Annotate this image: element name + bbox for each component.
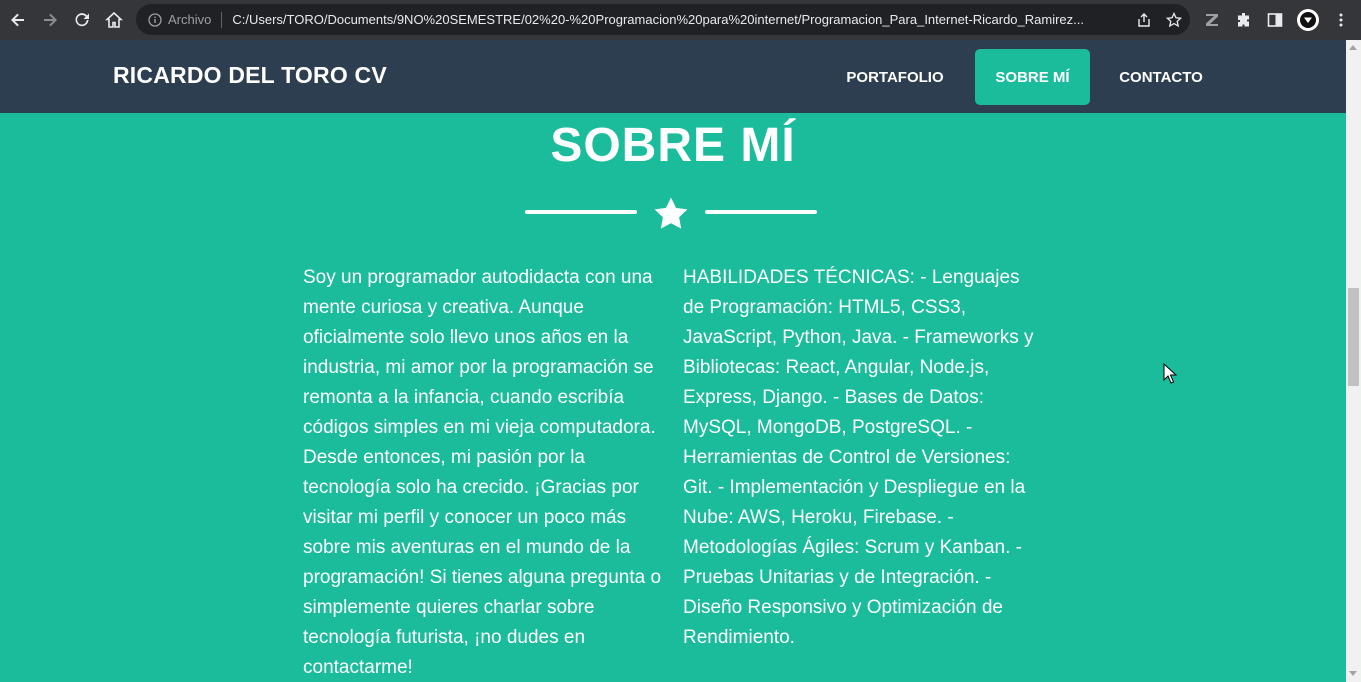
site-navbar: RICARDO DEL TORO CV PORTAFOLIO SOBRE MÍ …	[0, 40, 1346, 113]
zotero-icon	[1206, 14, 1218, 26]
divider-line-right	[705, 210, 817, 214]
page-scrollbar[interactable]	[1346, 40, 1361, 682]
sidebar-button[interactable]	[1266, 0, 1284, 40]
reload-button[interactable]	[68, 6, 96, 34]
about-text-left: Soy un programador autodidacta con una m…	[303, 267, 662, 678]
extensions-icon	[1238, 13, 1249, 27]
back-button[interactable]	[4, 6, 32, 34]
address-bar[interactable]: Archivo C:/Users/TORO/Documents/9NO%20SE…	[136, 4, 1190, 35]
forward-button[interactable]	[36, 6, 64, 34]
divider-line-left	[525, 210, 637, 214]
browser-toolbar: Archivo C:/Users/TORO/Documents/9NO%20SE…	[0, 0, 1361, 40]
scrollbar-thumb[interactable]	[1348, 288, 1359, 386]
address-separator	[221, 11, 223, 28]
about-text-right: HABILIDADES TÉCNICAS: - Lenguajes de Pro…	[683, 267, 1034, 648]
bookmark-star-icon[interactable]	[1166, 11, 1182, 28]
home-button[interactable]	[100, 6, 128, 34]
share-icon[interactable]	[1136, 12, 1152, 28]
home-icon	[105, 11, 123, 28]
profile-icon	[1297, 9, 1319, 31]
mouse-cursor-icon	[1163, 363, 1177, 384]
nav-portafolio[interactable]: PORTAFOLIO	[828, 49, 962, 105]
forward-icon	[44, 13, 57, 27]
nav-contacto[interactable]: CONTACTO	[1102, 49, 1220, 105]
menu-icon	[1339, 13, 1343, 27]
back-icon	[11, 13, 24, 27]
extensions-button[interactable]	[1235, 0, 1253, 40]
scroll-down-arrow[interactable]	[1349, 671, 1357, 676]
security-label: Archivo	[168, 12, 212, 27]
star-icon	[654, 197, 688, 229]
section-title: SOBRE MÍ	[550, 119, 796, 172]
brand-logo[interactable]: RICARDO DEL TORO CV	[113, 62, 387, 89]
sidebar-icon	[1267, 13, 1283, 27]
url-text[interactable]: C:/Users/TORO/Documents/9NO%20SEMESTRE/0…	[232, 12, 1122, 27]
menu-button[interactable]	[1332, 0, 1350, 40]
scroll-up-arrow[interactable]	[1349, 45, 1357, 50]
profile-button[interactable]	[1297, 0, 1319, 40]
info-icon[interactable]	[148, 12, 162, 27]
zotero-extension[interactable]	[1203, 0, 1221, 40]
nav-sobre-mi[interactable]: SOBRE MÍ	[975, 49, 1090, 105]
reload-icon	[75, 13, 89, 27]
